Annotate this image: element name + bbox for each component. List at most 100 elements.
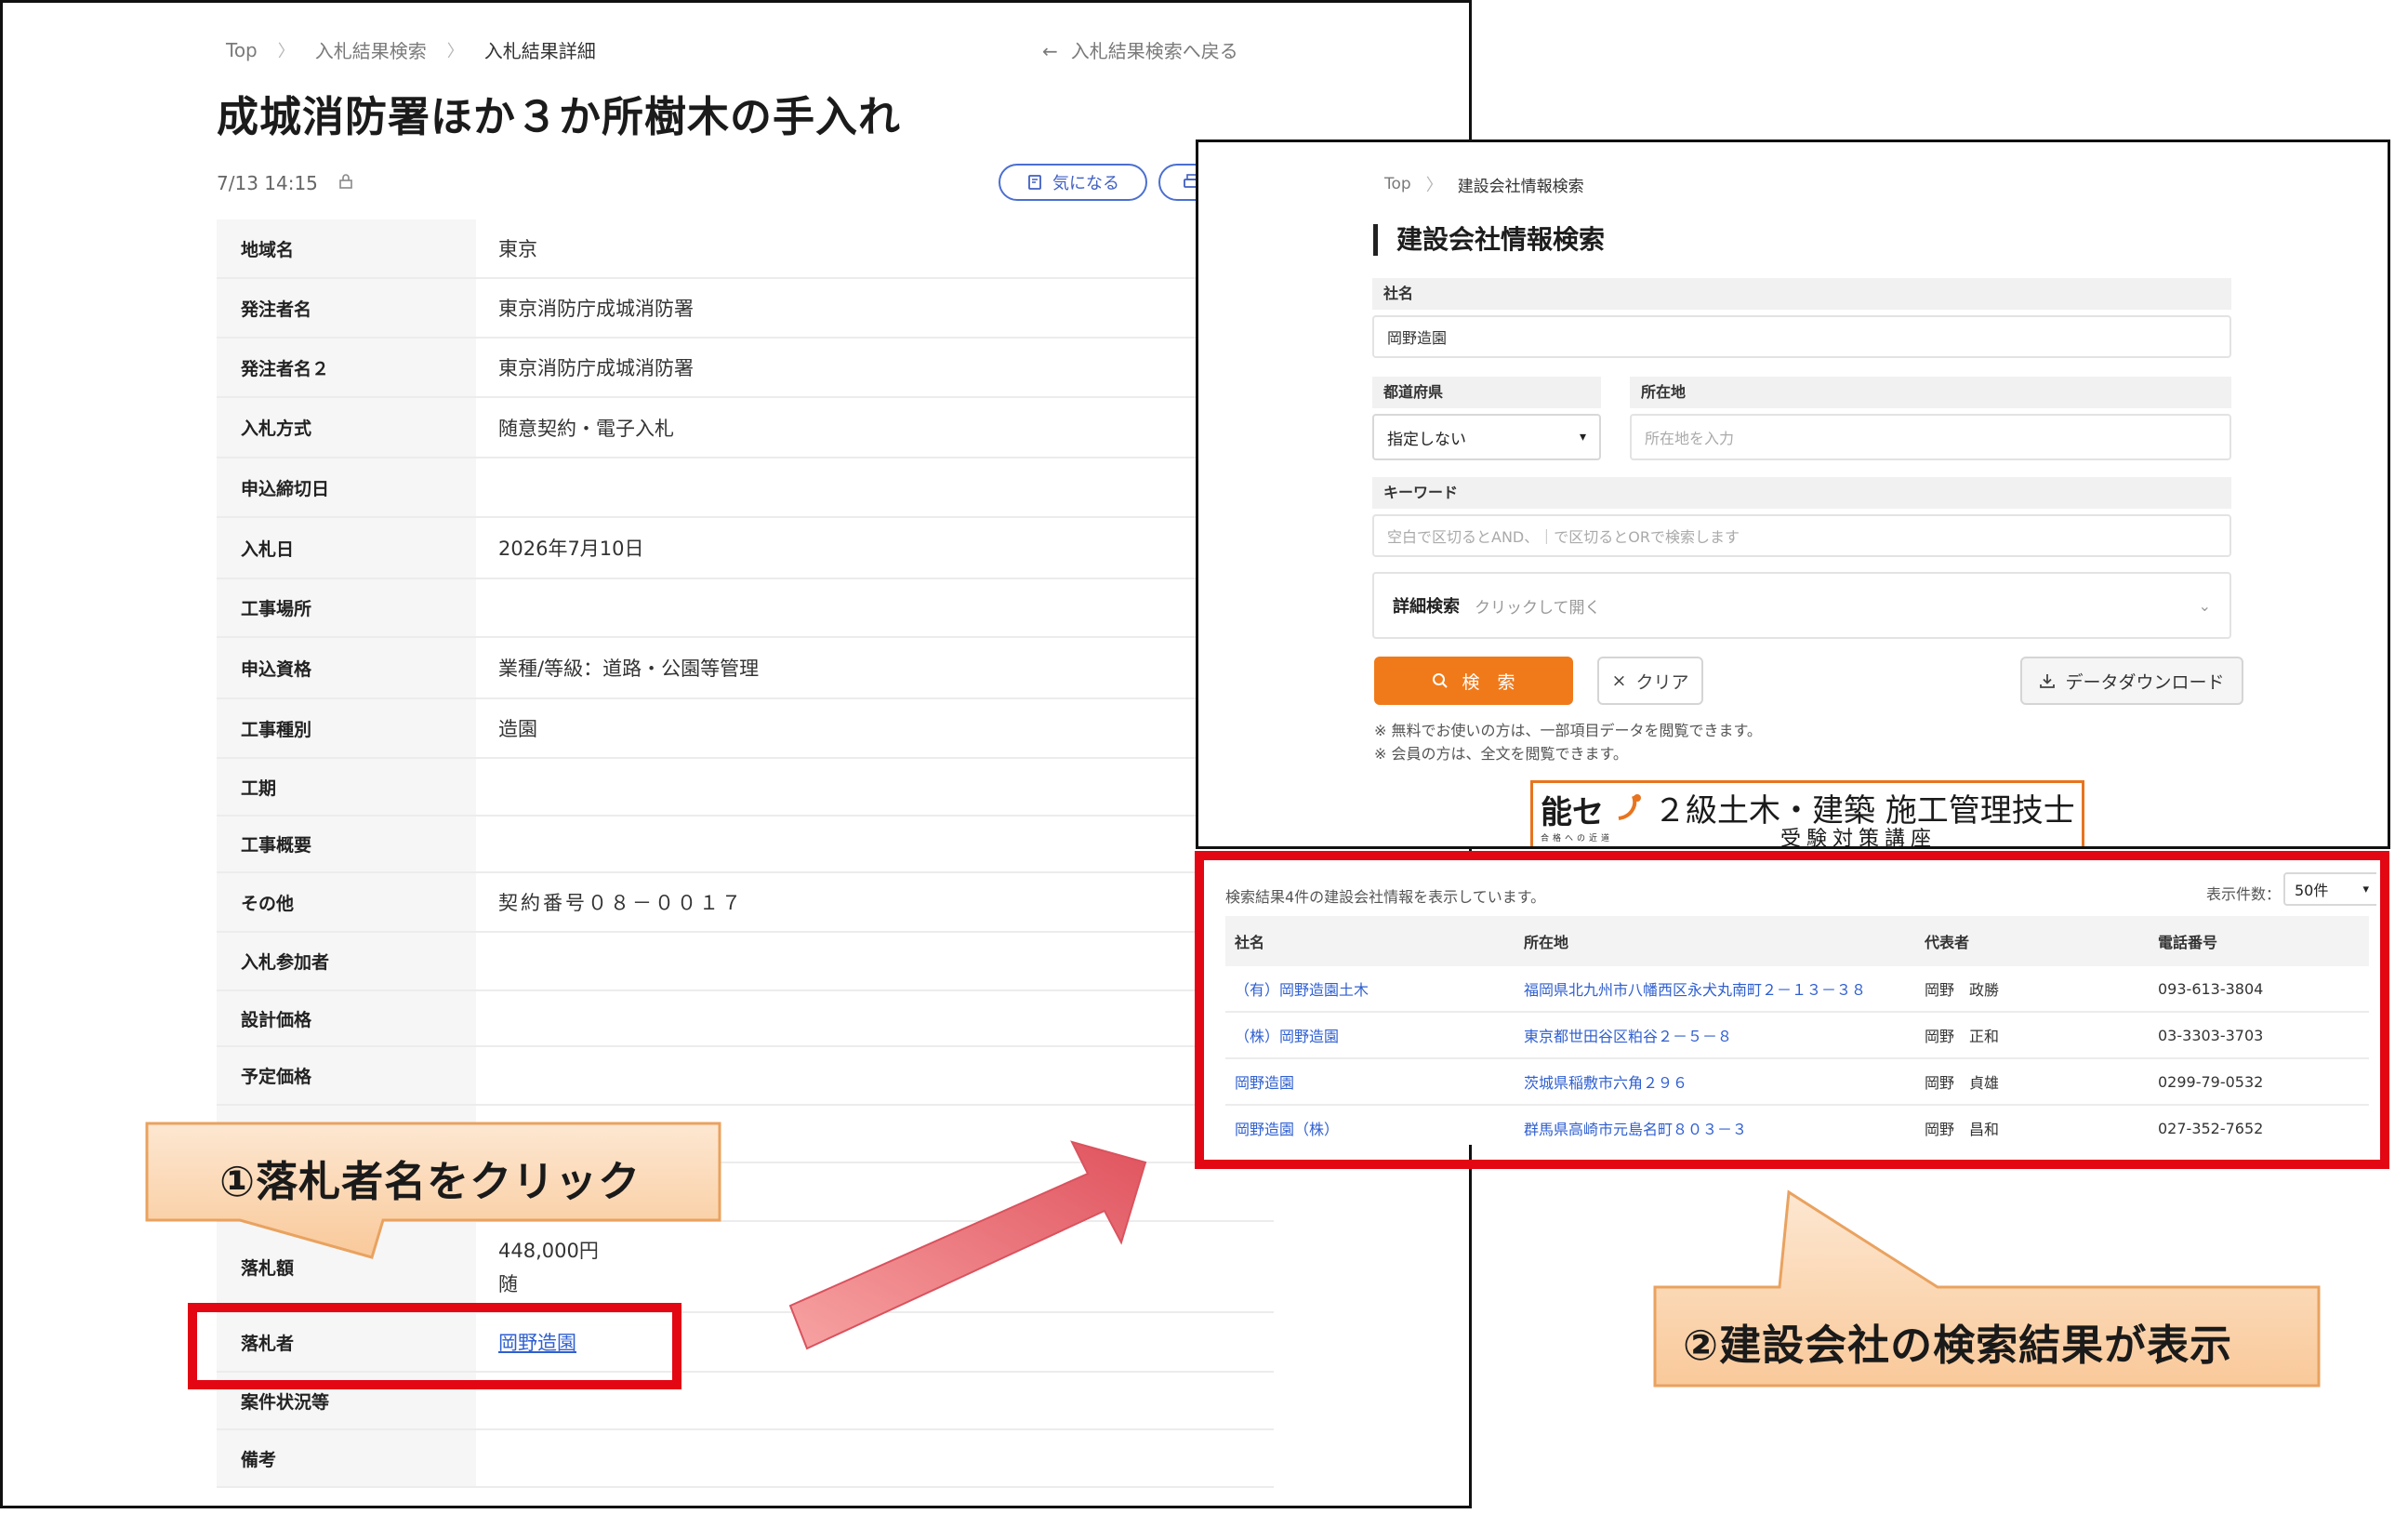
breadcrumb-current: 建設会社情報検索 (1457, 177, 1584, 196)
swoosh-icon (1618, 794, 1641, 820)
download-icon (2040, 674, 2056, 688)
row-value: 東京消防庁成城消防署 (476, 338, 1274, 398)
row-label: 設計価格 (217, 990, 476, 1047)
results-highlight-frame (1195, 851, 2389, 1169)
data-download-button[interactable]: データダウンロード (2020, 657, 2243, 705)
company-search-page: Top 〉 建設会社情報検索 建設会社情報検索 社名 岡野造園 都道府県 所在地… (1196, 139, 2390, 849)
table-row: 落札額 448,000円 随 (217, 1221, 1274, 1313)
detail-search-label: 詳細検索 (1393, 597, 1460, 617)
breadcrumb-separator-icon: 〉 (1425, 176, 1443, 195)
row-label: 地域名 (217, 219, 476, 279)
prefecture-select[interactable]: 指定しない ▾ (1372, 414, 1601, 460)
row-value (476, 578, 1274, 638)
table-row: 発注者名 東京消防庁成城消防署 (217, 278, 1274, 339)
row-label: 入札日 (217, 517, 476, 579)
back-to-search-link[interactable]: ← 入札結果検索へ戻る (1042, 36, 1238, 63)
row-value (476, 990, 1274, 1047)
favorite-button[interactable]: 気になる (999, 164, 1147, 201)
favorite-label: 気になる (1052, 174, 1119, 193)
row-value: 契約番号０８－００１７ (476, 872, 1274, 933)
breadcrumb-separator-icon: 〉 (446, 41, 464, 61)
row-label: 発注者名２ (217, 338, 476, 398)
usage-notes: ※ 無料でお使いの方は、一部項目データを閲覧できます。 ※ 会員の方は、全文を閲… (1374, 719, 1762, 765)
row-label: 工事種別 (217, 698, 476, 759)
row-value: 448,000円 随 (476, 1221, 1274, 1313)
banner-logo-tagline: 合格への近道 (1541, 834, 1614, 843)
row-value: 東京 (476, 219, 1274, 279)
arrow-left-icon: ← (1042, 40, 1058, 62)
address-input[interactable]: 所在地を入力 (1630, 414, 2231, 460)
row-label: 備考 (217, 1429, 476, 1488)
table-row: 申込資格 業種/等級：道路・公園等管理 (217, 637, 1274, 699)
company-name-input[interactable]: 岡野造園 (1372, 315, 2231, 358)
row-label: 申込締切日 (217, 458, 476, 518)
table-row: 入札日 2026年7月10日 (217, 517, 1274, 579)
table-row: 発注者名２ 東京消防庁成城消防署 (217, 338, 1274, 398)
note-member: ※ 会員の方は、全文を閲覧できます。 (1374, 745, 1628, 763)
table-row: 工事概要 (217, 816, 1274, 873)
row-label: 入札方式 (217, 397, 476, 458)
breadcrumb: Top 〉 入札結果検索 〉 入札結果詳細 (226, 36, 596, 63)
ad-banner[interactable]: 能セ 合格への近道 ２級土木・建築 施工管理技士 受験対策講座 (1530, 780, 2084, 849)
breadcrumb-current: 入札結果詳細 (483, 40, 596, 62)
keyword-label: キーワード (1372, 477, 2231, 509)
row-label: 入札参加者 (217, 932, 476, 991)
page-title: 成城消防署ほか３か所樹木の手入れ (217, 92, 902, 141)
banner-logo: 能セ (1541, 794, 1604, 831)
row-label: 工事場所 (217, 578, 476, 638)
bookmark-icon (1028, 175, 1041, 190)
table-row: 工事種別 造園 (217, 698, 1274, 759)
prefecture-value: 指定しない (1387, 430, 1466, 449)
address-label: 所在地 (1630, 377, 2231, 408)
detail-search-hint: クリックして開く (1475, 598, 1601, 618)
chevron-down-icon: ▾ (1579, 430, 1586, 445)
row-value (476, 1046, 1274, 1106)
row-value (476, 1429, 1274, 1488)
winner-highlight-frame (188, 1303, 681, 1389)
banner-subtitle: 受験対策講座 (1780, 828, 1938, 849)
search-button[interactable]: 検 索 (1374, 657, 1573, 705)
winning-price: 448,000円 (498, 1240, 599, 1262)
company-name-label: 社名 (1372, 278, 2231, 310)
price-note: 随 (498, 1273, 518, 1295)
back-link-label: 入札結果検索へ戻る (1070, 40, 1238, 62)
search-icon (1433, 673, 1449, 688)
callout-step2-text: ②建設会社の検索結果が表示 (1683, 1321, 2233, 1370)
note-free: ※ 無料でお使いの方は、一部項目データを閲覧できます。 (1374, 722, 1762, 739)
row-value: 2026年7月10日 (476, 517, 1274, 579)
row-label: 申込資格 (217, 637, 476, 699)
breadcrumb-top[interactable]: Top (226, 39, 258, 61)
table-row: 工期 (217, 758, 1274, 817)
close-icon: × (1611, 671, 1627, 691)
table-row: 設計価格 (217, 990, 1274, 1047)
breadcrumb-top[interactable]: Top (1384, 175, 1411, 193)
clear-button[interactable]: × クリア (1597, 657, 1703, 705)
table-row: 工事場所 (217, 578, 1274, 638)
detail-search-toggle[interactable]: 詳細検索 クリックして開く ⌄ (1372, 572, 2231, 639)
bid-detail-table: 地域名 東京 発注者名 東京消防庁成城消防署 発注者名２ 東京消防庁成城消防署 入札方… (217, 219, 1274, 1488)
table-row: 入札方式 随意契約・電子入札 (217, 397, 1274, 458)
search-button-label: 検 索 (1462, 671, 1515, 693)
row-label: 工事概要 (217, 816, 476, 873)
row-value (476, 816, 1274, 873)
keyword-input[interactable]: 空白で区切るとAND、｜で区切るとORで検索します (1372, 514, 2231, 557)
table-row: 申込締切日 (217, 458, 1274, 518)
row-value: 随意契約・電子入札 (476, 397, 1274, 458)
table-row: 予定価格 (217, 1046, 1274, 1106)
row-label: その他 (217, 872, 476, 933)
row-value (476, 758, 1274, 817)
breadcrumb-bid-search[interactable]: 入札結果検索 (315, 36, 427, 63)
breadcrumb-separator-icon: 〉 (277, 41, 295, 61)
table-row: その他 契約番号０８－００１７ (217, 872, 1274, 933)
callout-step1-text: ①落札者名をクリック (219, 1157, 642, 1206)
table-row: 入札参加者 (217, 932, 1274, 991)
table-row: 備考 (217, 1429, 1274, 1488)
breadcrumb: Top 〉 建設会社情報検索 (1384, 172, 1584, 196)
chevron-down-icon: ⌄ (2198, 596, 2211, 615)
clear-button-label: クリア (1635, 671, 1689, 693)
download-button-label: データダウンロード (2065, 671, 2225, 693)
row-label: 工期 (217, 758, 476, 817)
row-value (476, 458, 1274, 518)
row-value (476, 932, 1274, 991)
row-value: 業種/等級：道路・公園等管理 (476, 637, 1274, 699)
